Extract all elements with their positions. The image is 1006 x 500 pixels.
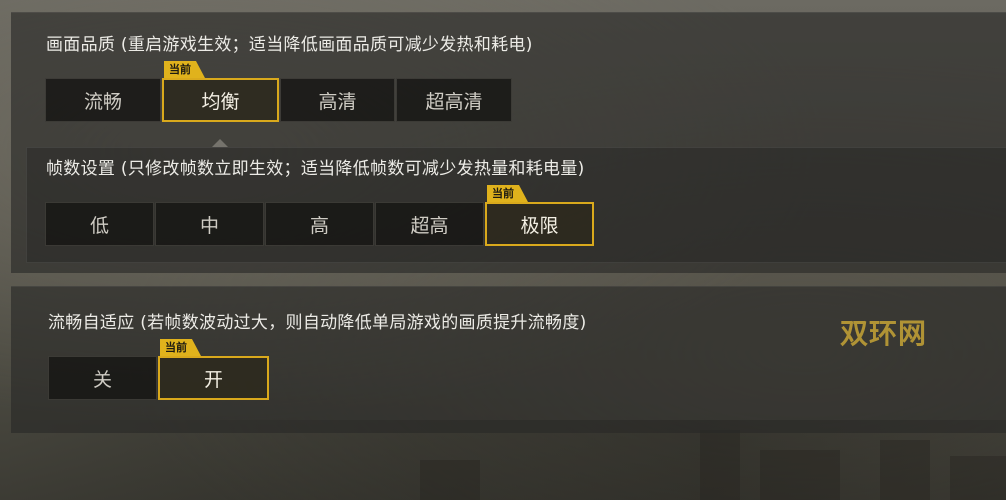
graphics-quality-option-ultra-hd[interactable]: 超高清 [396, 78, 512, 122]
graphics-quality-option-smooth[interactable]: 流畅 [45, 78, 161, 122]
watermark-logo: 双环网 [840, 317, 928, 350]
frame-rate-option-extreme[interactable]: 当前 极限 [485, 185, 594, 246]
smooth-adaptive-option-off[interactable]: 关 [48, 356, 157, 400]
smooth-adaptive-label: 流畅自适应 (若帧数波动过大，则自动降低单局游戏的画质提升流畅度) [48, 313, 587, 333]
frame-rate-option-medium[interactable]: 中 [155, 202, 264, 246]
frame-rate-option-ultra-high[interactable]: 超高 [375, 202, 484, 246]
option-label: 超高 [410, 214, 449, 237]
option-label: 极限 [520, 214, 559, 237]
graphics-quality-option-hd[interactable]: 高清 [280, 78, 395, 122]
frame-rate-selector: 低 中 高 超高 当前 极限 [45, 185, 595, 246]
option-label: 超高清 [425, 90, 483, 113]
smooth-adaptive-toggle: 关 当前 开 [48, 339, 270, 400]
option-label: 关 [92, 368, 112, 391]
smooth-adaptive-option-on[interactable]: 当前 开 [158, 339, 269, 400]
option-label: 开 [203, 368, 223, 391]
graphics-quality-selector: 流畅 当前 均衡 高清 超高清 [45, 61, 513, 122]
option-label: 流畅 [83, 90, 122, 113]
option-label: 高清 [318, 90, 357, 113]
graphics-quality-option-balanced[interactable]: 当前 均衡 [162, 61, 279, 122]
frame-rate-option-high[interactable]: 高 [265, 202, 374, 246]
option-label: 高 [309, 214, 329, 237]
frame-rate-label: 帧数设置 (只修改帧数立即生效；适当降低帧数可减少发热量和耗电量) [46, 159, 585, 179]
frame-rate-option-low[interactable]: 低 [45, 202, 154, 246]
option-label: 低 [89, 214, 109, 237]
option-label: 均衡 [201, 90, 240, 113]
expand-caret-icon [212, 139, 228, 147]
graphics-quality-label: 画面品质 (重启游戏生效；适当降低画面品质可减少发热和耗电) [46, 35, 533, 55]
option-label: 中 [199, 214, 219, 237]
